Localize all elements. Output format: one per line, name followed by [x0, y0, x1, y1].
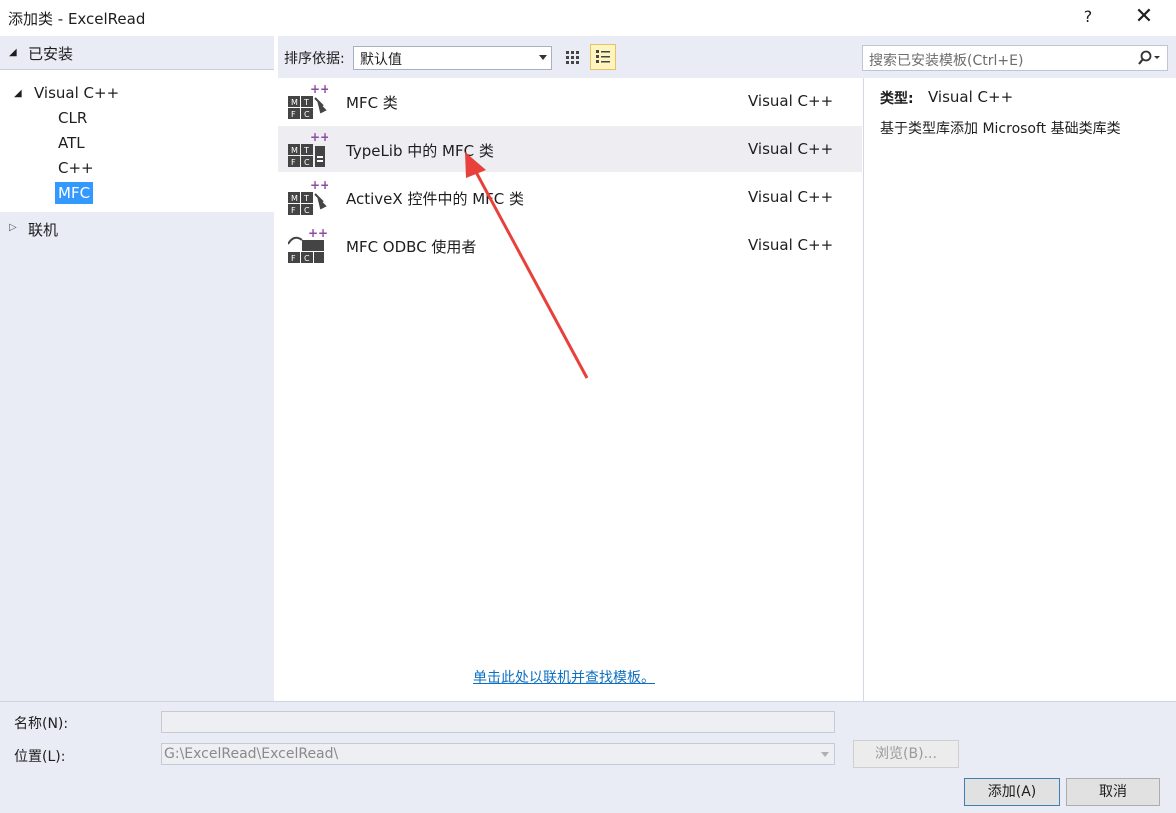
- tree-item-atl[interactable]: ATL: [58, 134, 85, 152]
- type-key: 类型:: [880, 91, 914, 107]
- window-title: 添加类 - ExcelRead: [8, 10, 146, 28]
- template-name: ActiveX 控件中的 MFC 类: [346, 190, 525, 208]
- details-pane: 类型: Visual C++ 基于类型库添加 Microsoft 基础类库类: [863, 78, 1176, 701]
- tree-item-clr[interactable]: CLR: [58, 109, 87, 127]
- grid-view-icon: [566, 51, 579, 64]
- name-field: [161, 711, 835, 733]
- svg-text:C: C: [304, 254, 310, 263]
- list-item[interactable]: F C ++ MFC ODBC 使用者 Visual C++: [278, 222, 862, 268]
- svg-text:C: C: [304, 206, 310, 215]
- search-placeholder: 搜索已安装模板(Ctrl+E): [869, 53, 1024, 69]
- search-icon[interactable]: [1135, 49, 1161, 67]
- browse-button[interactable]: 浏览(B)...: [853, 740, 959, 768]
- grid-view-button[interactable]: [559, 44, 585, 70]
- svg-text:T: T: [303, 194, 309, 203]
- sort-value: 默认值: [360, 52, 402, 68]
- online-label: 联机: [28, 221, 59, 239]
- typelib-mfc-class-icon: M T F C ++: [288, 132, 328, 167]
- list-item[interactable]: M T F C ++ ActiveX 控件中的 MFC 类 Visual C++: [278, 174, 862, 220]
- template-sidebar: ◢ 已安装 ◢ Visual C++ CLR ATL C++ MFC ▷ 联机: [0, 36, 274, 701]
- name-label: 名称(N):: [14, 716, 69, 732]
- type-value: Visual C++: [928, 88, 1014, 106]
- chevron-down-icon: [539, 55, 547, 60]
- list-item[interactable]: M T F C ++ MFC 类 Visual C++: [278, 78, 862, 124]
- location-label: 位置(L):: [14, 749, 66, 765]
- title-bar: 添加类 - ExcelRead ? ✕: [0, 0, 1176, 36]
- sort-select[interactable]: 默认值: [353, 46, 552, 70]
- expand-triangle-icon[interactable]: ▷: [9, 222, 17, 233]
- bottom-form: 名称(N): 位置(L): G:\ExcelRead\ExcelRead\ 浏览…: [0, 701, 1176, 813]
- location-field: G:\ExcelRead\ExcelRead\: [161, 743, 835, 765]
- template-language: Visual C++: [748, 92, 834, 110]
- template-language: Visual C++: [748, 188, 834, 206]
- template-tree: ◢ Visual C++ CLR ATL C++ MFC: [0, 70, 274, 212]
- svg-text:F: F: [291, 206, 296, 215]
- installed-label: 已安装: [28, 45, 74, 63]
- template-language: Visual C++: [748, 236, 834, 254]
- installed-header[interactable]: ◢ 已安装: [0, 36, 274, 70]
- list-view-icon: [596, 50, 610, 63]
- cancel-button[interactable]: 取消: [1066, 778, 1160, 806]
- online-node[interactable]: ▷ 联机: [0, 218, 274, 242]
- svg-text:M: M: [291, 98, 298, 107]
- svg-text:++: ++: [308, 228, 328, 240]
- svg-text:++: ++: [310, 180, 328, 192]
- location-value: G:\ExcelRead\ExcelRead\: [164, 746, 339, 762]
- svg-text:T: T: [303, 98, 309, 107]
- add-button[interactable]: 添加(A): [964, 778, 1060, 806]
- tree-item-cpp[interactable]: C++: [58, 159, 94, 177]
- svg-text:M: M: [291, 194, 298, 203]
- template-description: 基于类型库添加 Microsoft 基础类库类: [880, 121, 1121, 137]
- help-button[interactable]: ?: [1080, 7, 1096, 26]
- collapse-triangle-icon[interactable]: ◢: [9, 47, 17, 58]
- svg-text:++: ++: [310, 84, 328, 96]
- list-view-button[interactable]: [590, 44, 616, 70]
- tree-item-mfc[interactable]: MFC: [55, 182, 94, 204]
- svg-text:T: T: [303, 146, 309, 155]
- template-language: Visual C++: [748, 140, 834, 158]
- svg-text:++: ++: [310, 132, 328, 144]
- template-name: MFC 类: [346, 94, 398, 112]
- template-name: MFC ODBC 使用者: [346, 238, 477, 256]
- mfc-class-icon: M T F C ++: [288, 84, 328, 119]
- list-item[interactable]: M T F C ++ TypeLib 中的 MFC 类 Visual C++: [278, 126, 862, 172]
- list-toolbar: 排序依据: 默认值 搜索已安装模板(Ctrl+E): [278, 36, 1176, 78]
- template-name: TypeLib 中的 MFC 类: [346, 142, 494, 160]
- activex-mfc-class-icon: M T F C ++: [288, 180, 328, 215]
- svg-text:F: F: [291, 110, 296, 119]
- svg-text:C: C: [304, 110, 310, 119]
- close-button[interactable]: ✕: [1130, 4, 1158, 29]
- sort-label: 排序依据:: [284, 51, 345, 67]
- tree-item-visual-cpp[interactable]: Visual C++: [34, 84, 119, 102]
- search-input[interactable]: 搜索已安装模板(Ctrl+E): [862, 45, 1168, 71]
- mfc-odbc-consumer-icon: F C ++: [288, 228, 328, 263]
- svg-text:F: F: [291, 254, 296, 263]
- svg-text:F: F: [291, 158, 296, 167]
- svg-text:M: M: [291, 146, 298, 155]
- template-list: M T F C ++ MFC 类 Visual C++ M T F C ++ T…: [278, 78, 862, 701]
- svg-text:C: C: [304, 158, 310, 167]
- expand-triangle-icon[interactable]: ◢: [14, 88, 22, 99]
- find-templates-online-link[interactable]: 单击此处以联机并查找模板。: [473, 667, 655, 687]
- chevron-down-icon: [821, 752, 829, 757]
